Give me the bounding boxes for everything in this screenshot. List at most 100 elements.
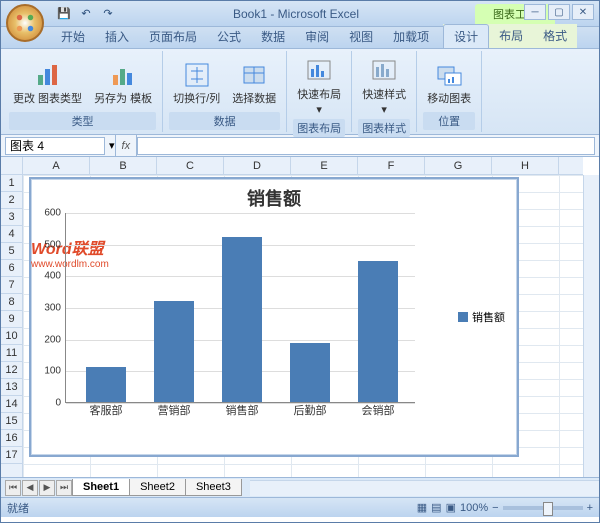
row-header[interactable]: 15: [1, 413, 23, 430]
move-chart-button[interactable]: 移动图表: [423, 57, 475, 108]
view-normal-icon[interactable]: ▦: [417, 501, 427, 514]
last-sheet-button[interactable]: ⏭: [56, 480, 72, 496]
view-pagebreak-icon[interactable]: ▣: [446, 501, 456, 514]
row-headers: 1 2 3 4 5 6 7 8 9 10 11 12 13 14 15 16 1…: [1, 175, 23, 477]
row-header[interactable]: 9: [1, 311, 23, 328]
status-bar: 就绪 ▦ ▤ ▣ 100% − +: [1, 497, 599, 517]
tab-design[interactable]: 设计: [443, 24, 489, 48]
group-location: 移动图表 位置: [417, 51, 482, 132]
sheet-tab[interactable]: Sheet2: [129, 479, 186, 496]
tab-layout[interactable]: 布局: [489, 24, 533, 48]
vertical-scrollbar[interactable]: [583, 175, 599, 477]
ribbon: 更改 图表类型 另存为 模板 类型 切换行/列 选择数据 数据 快速布局▾ 图表…: [1, 49, 599, 135]
col-header[interactable]: C: [157, 157, 224, 175]
formula-bar: ▾ fx: [1, 135, 599, 157]
select-all-corner[interactable]: [1, 157, 23, 175]
bar[interactable]: [290, 343, 330, 402]
zoom-slider[interactable]: [503, 506, 583, 510]
col-header[interactable]: F: [358, 157, 425, 175]
view-pagelayout-icon[interactable]: ▤: [431, 501, 441, 514]
row-header[interactable]: 10: [1, 328, 23, 345]
tab-review[interactable]: 审阅: [295, 25, 339, 48]
row-header[interactable]: 6: [1, 260, 23, 277]
col-header[interactable]: H: [492, 157, 559, 175]
tab-view[interactable]: 视图: [339, 25, 383, 48]
tab-pagelayout[interactable]: 页面布局: [139, 25, 207, 48]
zoom-out-button[interactable]: −: [492, 502, 498, 514]
row-header[interactable]: 3: [1, 209, 23, 226]
tab-addins[interactable]: 加载项: [383, 25, 439, 48]
row-header[interactable]: 13: [1, 379, 23, 396]
row-header[interactable]: 5: [1, 243, 23, 260]
row-header[interactable]: 17: [1, 447, 23, 464]
group-label: 图表样式: [358, 119, 410, 137]
close-button[interactable]: ✕: [572, 4, 594, 20]
y-axis: 0100200300400500600: [35, 213, 63, 403]
tab-formulas[interactable]: 公式: [207, 25, 251, 48]
bar[interactable]: [358, 261, 398, 402]
tab-insert[interactable]: 插入: [95, 25, 139, 48]
redo-icon[interactable]: ↷: [99, 5, 117, 23]
row-header[interactable]: 8: [1, 294, 23, 311]
undo-icon[interactable]: ↶: [77, 5, 95, 23]
quick-layout-button[interactable]: 快速布局▾: [293, 53, 345, 119]
office-button[interactable]: [6, 4, 44, 42]
legend[interactable]: 销售额: [458, 309, 505, 325]
bar[interactable]: [154, 301, 194, 402]
group-type: 更改 图表类型 另存为 模板 类型: [3, 51, 163, 132]
row-header[interactable]: 1: [1, 175, 23, 192]
name-box[interactable]: [5, 137, 105, 155]
chart-object[interactable]: 销售额 Word联盟 www.wordlm.com 01002003004005…: [29, 177, 519, 457]
row-header[interactable]: 16: [1, 430, 23, 447]
col-header[interactable]: A: [23, 157, 90, 175]
tab-format[interactable]: 格式: [533, 24, 577, 48]
bar[interactable]: [222, 237, 262, 402]
col-header[interactable]: E: [291, 157, 358, 175]
save-icon[interactable]: 💾: [55, 5, 73, 23]
formula-input[interactable]: [137, 137, 595, 155]
template-icon: [107, 59, 139, 91]
zoom-in-button[interactable]: +: [587, 502, 593, 514]
maximize-button[interactable]: ▢: [548, 4, 570, 20]
col-header[interactable]: D: [224, 157, 291, 175]
sheet-tab[interactable]: Sheet3: [185, 479, 242, 496]
group-label: 数据: [169, 112, 280, 130]
group-chart-layout: 快速布局▾ 图表布局: [287, 51, 352, 132]
next-sheet-button[interactable]: ▶: [39, 480, 55, 496]
prev-sheet-button[interactable]: ◀: [22, 480, 38, 496]
select-data-icon: [238, 59, 270, 91]
row-header[interactable]: 2: [1, 192, 23, 209]
chart-title[interactable]: 销售额: [31, 179, 517, 217]
col-header[interactable]: G: [425, 157, 492, 175]
chevron-down-icon: ▾: [381, 104, 387, 117]
row-header[interactable]: 14: [1, 396, 23, 413]
quick-styles-button[interactable]: 快速样式▾: [358, 53, 410, 119]
switch-rowcol-button[interactable]: 切换行/列: [169, 57, 224, 108]
column-headers: A B C D E F G H: [23, 157, 583, 175]
zoom-level[interactable]: 100%: [460, 502, 488, 514]
x-tick-label: 客服部: [90, 402, 123, 418]
row-header[interactable]: 11: [1, 345, 23, 362]
row-header[interactable]: 7: [1, 277, 23, 294]
row-header[interactable]: 12: [1, 362, 23, 379]
minimize-button[interactable]: ─: [524, 4, 546, 20]
x-tick-label: 营销部: [158, 402, 191, 418]
save-template-button[interactable]: 另存为 模板: [90, 57, 156, 108]
chart-type-icon: [32, 59, 64, 91]
layout-icon: [303, 55, 335, 87]
bar[interactable]: [86, 367, 126, 402]
worksheet: A B C D E F G H 1 2 3 4 5 6 7 8 9 10 11 …: [1, 157, 599, 477]
fx-icon[interactable]: fx: [115, 135, 138, 156]
row-header[interactable]: 4: [1, 226, 23, 243]
sheet-tab[interactable]: Sheet1: [72, 479, 130, 496]
horizontal-scrollbar[interactable]: [250, 480, 599, 496]
col-header[interactable]: B: [90, 157, 157, 175]
change-chart-type-button[interactable]: 更改 图表类型: [9, 57, 86, 108]
plot-area[interactable]: 0100200300400500600 客服部营销部销售部后勤部会销部: [65, 213, 415, 423]
group-label: 位置: [423, 112, 475, 130]
tab-home[interactable]: 开始: [51, 25, 95, 48]
select-data-button[interactable]: 选择数据: [228, 57, 280, 108]
styles-icon: [368, 55, 400, 87]
tab-data[interactable]: 数据: [251, 25, 295, 48]
first-sheet-button[interactable]: ⏮: [5, 480, 21, 496]
